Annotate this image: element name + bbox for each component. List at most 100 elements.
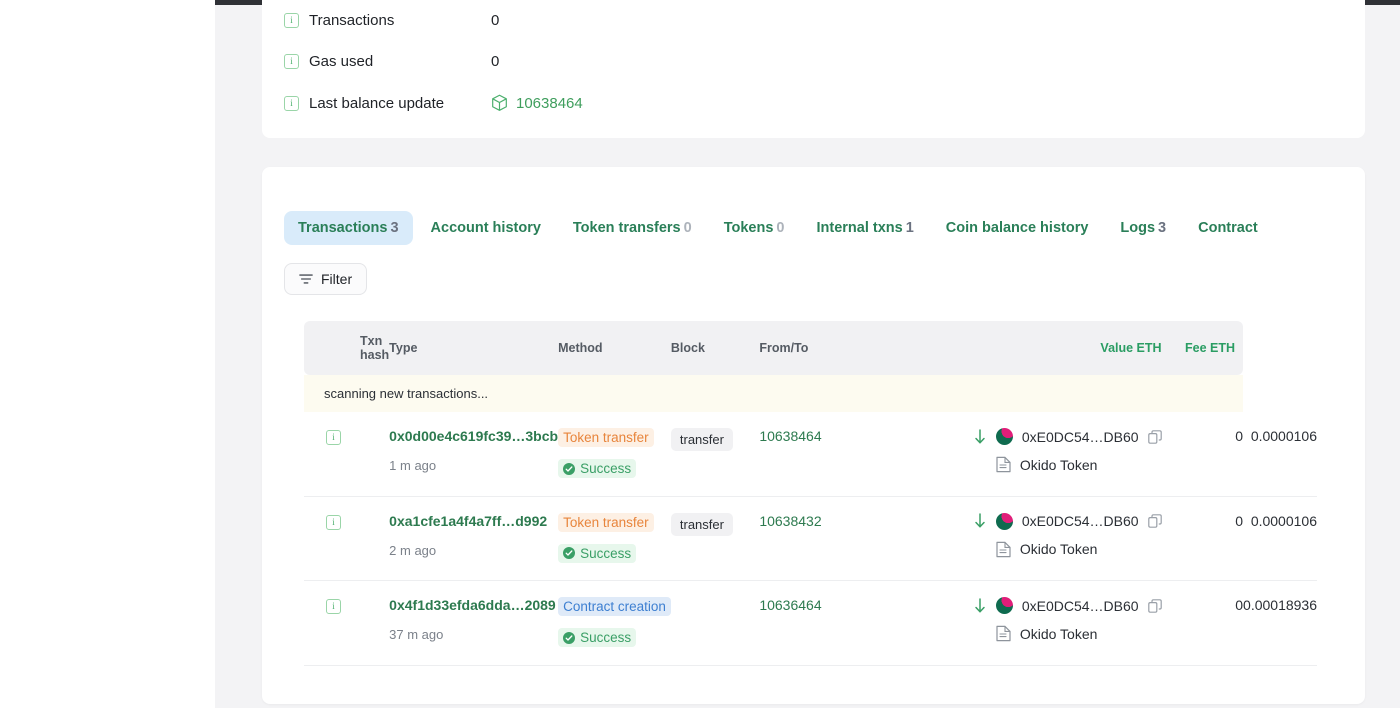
last-balance-block-link[interactable]: 10638464 (491, 94, 583, 112)
cell-from-to: 0xE0DC54…DB60 (973, 581, 1162, 666)
table-header-row: Txn hash Type Method Block From/To Value… (304, 321, 1317, 375)
address-link[interactable]: 0xE0DC54…DB60 (1022, 513, 1139, 529)
status-label: Success (580, 546, 631, 561)
cell-txn-hash: 0x0d00e4c619fc39…3bcb 1 m ago (389, 412, 558, 496)
tab-bar: Transactions3 Account history Token tran… (262, 167, 1365, 245)
txn-hash-link[interactable]: 0xa1cfe1a4f4a7ff…d992 (389, 513, 558, 529)
summary-label: Last balance update (309, 95, 491, 112)
tab-label: Account history (431, 220, 541, 236)
tab-label: Internal txns (816, 220, 902, 236)
tab-label: Token transfers (573, 220, 681, 236)
info-icon[interactable]: i (326, 430, 341, 445)
sidebar-column (0, 0, 215, 708)
cell-value-eth: 0 (1162, 581, 1243, 666)
page-root: i Transactions 0 i Gas used 0 i Last bal… (0, 0, 1400, 708)
copy-icon[interactable] (1148, 514, 1162, 528)
token-name-link[interactable]: Okido Token (1020, 457, 1098, 473)
txn-age: 2 m ago (389, 543, 558, 558)
column-header-from-to: From/To (759, 321, 973, 375)
block-link[interactable]: 10638464 (759, 428, 821, 444)
transactions-card: Transactions3 Account history Token tran… (262, 167, 1365, 704)
tab-contract[interactable]: Contract (1184, 211, 1272, 245)
cell-value-eth: 0 (1162, 496, 1243, 581)
cell-txn-hash: 0x4f1d33efda6dda…2089 37 m ago (389, 581, 558, 666)
method-badge: transfer (671, 513, 733, 536)
tab-label: Contract (1198, 220, 1258, 236)
summary-value: 0 (491, 12, 499, 29)
table-row[interactable]: i 0x0d00e4c619fc39…3bcb 1 m ago Token tr… (304, 412, 1317, 496)
info-icon[interactable]: i (326, 599, 341, 614)
token-name-link[interactable]: Okido Token (1020, 626, 1098, 642)
type-badge: Token transfer (558, 513, 654, 532)
summary-label: Transactions (309, 12, 491, 29)
from-to-bottom: Okido Token (973, 541, 1162, 558)
token-name-link[interactable]: Okido Token (1020, 541, 1098, 557)
txn-hash-link[interactable]: 0x4f1d33efda6dda…2089 (389, 597, 558, 613)
cell-type: Contract creation Success (558, 581, 671, 666)
tab-count: 3 (1158, 220, 1166, 236)
column-header-txn-hash: Txn hash (304, 321, 389, 375)
row-info-cell: i (304, 581, 389, 666)
table-row[interactable]: i 0xa1cfe1a4f4a7ff…d992 2 m ago Token tr… (304, 496, 1317, 581)
column-header-type: Type (389, 321, 558, 375)
scanning-notice-text: scanning new transactions... (304, 375, 1243, 412)
tab-count: 0 (684, 220, 692, 236)
txn-age: 37 m ago (389, 627, 558, 642)
tab-transactions[interactable]: Transactions3 (284, 211, 413, 245)
arrow-down-icon (973, 513, 987, 529)
tab-internal-txns[interactable]: Internal txns1 (802, 211, 927, 245)
tab-coin-balance-history[interactable]: Coin balance history (932, 211, 1103, 245)
address-link[interactable]: 0xE0DC54…DB60 (1022, 598, 1139, 614)
avatar (996, 428, 1013, 445)
avatar (996, 513, 1013, 530)
info-icon[interactable]: i (284, 54, 299, 69)
block-link[interactable]: 10636464 (759, 597, 821, 613)
tab-label: Transactions (298, 220, 387, 236)
status-label: Success (580, 461, 631, 476)
cell-method: transfer (671, 496, 759, 581)
info-icon[interactable]: i (326, 515, 341, 530)
info-icon[interactable]: i (284, 13, 299, 28)
summary-info-list: i Transactions 0 i Gas used 0 i Last bal… (262, 0, 1365, 124)
copy-icon[interactable] (1148, 430, 1162, 444)
last-balance-block-number: 10638464 (516, 95, 583, 112)
tab-tokens[interactable]: Tokens0 (710, 211, 799, 245)
check-circle-icon (563, 632, 575, 644)
cell-from-to: 0xE0DC54…DB60 (973, 412, 1162, 496)
summary-row-gas-used: i Gas used 0 (284, 40, 1365, 82)
summary-label: Gas used (309, 53, 491, 70)
type-badge: Contract creation (558, 597, 671, 616)
tab-count: 0 (776, 220, 784, 236)
cell-from-to: 0xE0DC54…DB60 (973, 496, 1162, 581)
avatar (996, 597, 1013, 614)
info-icon[interactable]: i (284, 96, 299, 111)
from-to-top: 0xE0DC54…DB60 (973, 513, 1162, 530)
filter-button[interactable]: Filter (284, 263, 367, 295)
status-badge: Success (558, 544, 636, 563)
tab-account-history[interactable]: Account history (417, 211, 555, 245)
cell-value-eth: 0 (1162, 412, 1243, 496)
method-badge: transfer (671, 428, 733, 451)
tab-token-transfers[interactable]: Token transfers0 (559, 211, 706, 245)
document-icon (996, 456, 1011, 473)
column-header-value-eth: Value ETH (973, 321, 1162, 375)
txn-hash-link[interactable]: 0x0d00e4c619fc39…3bcb (389, 428, 558, 444)
tab-label: Logs (1120, 220, 1155, 236)
from-to-bottom: Okido Token (973, 625, 1162, 642)
tab-logs[interactable]: Logs3 (1106, 211, 1180, 245)
filter-button-label: Filter (321, 271, 352, 287)
address-link[interactable]: 0xE0DC54…DB60 (1022, 429, 1139, 445)
cell-type: Token transfer Success (558, 496, 671, 581)
copy-icon[interactable] (1148, 599, 1162, 613)
table-row[interactable]: i 0x4f1d33efda6dda…2089 37 m ago Contrac… (304, 581, 1317, 666)
block-link[interactable]: 10638432 (759, 513, 821, 529)
summary-row-last-balance-update: i Last balance update 10638464 (284, 82, 1365, 124)
cell-block: 10638464 (759, 412, 973, 496)
filter-bar: Filter (262, 245, 1365, 295)
arrow-down-icon (973, 598, 987, 614)
arrow-down-icon (973, 429, 987, 445)
cell-block: 10636464 (759, 581, 973, 666)
transactions-table-wrap: Txn hash Type Method Block From/To Value… (304, 321, 1317, 666)
from-to-top: 0xE0DC54…DB60 (973, 597, 1162, 614)
cell-block: 10638432 (759, 496, 973, 581)
